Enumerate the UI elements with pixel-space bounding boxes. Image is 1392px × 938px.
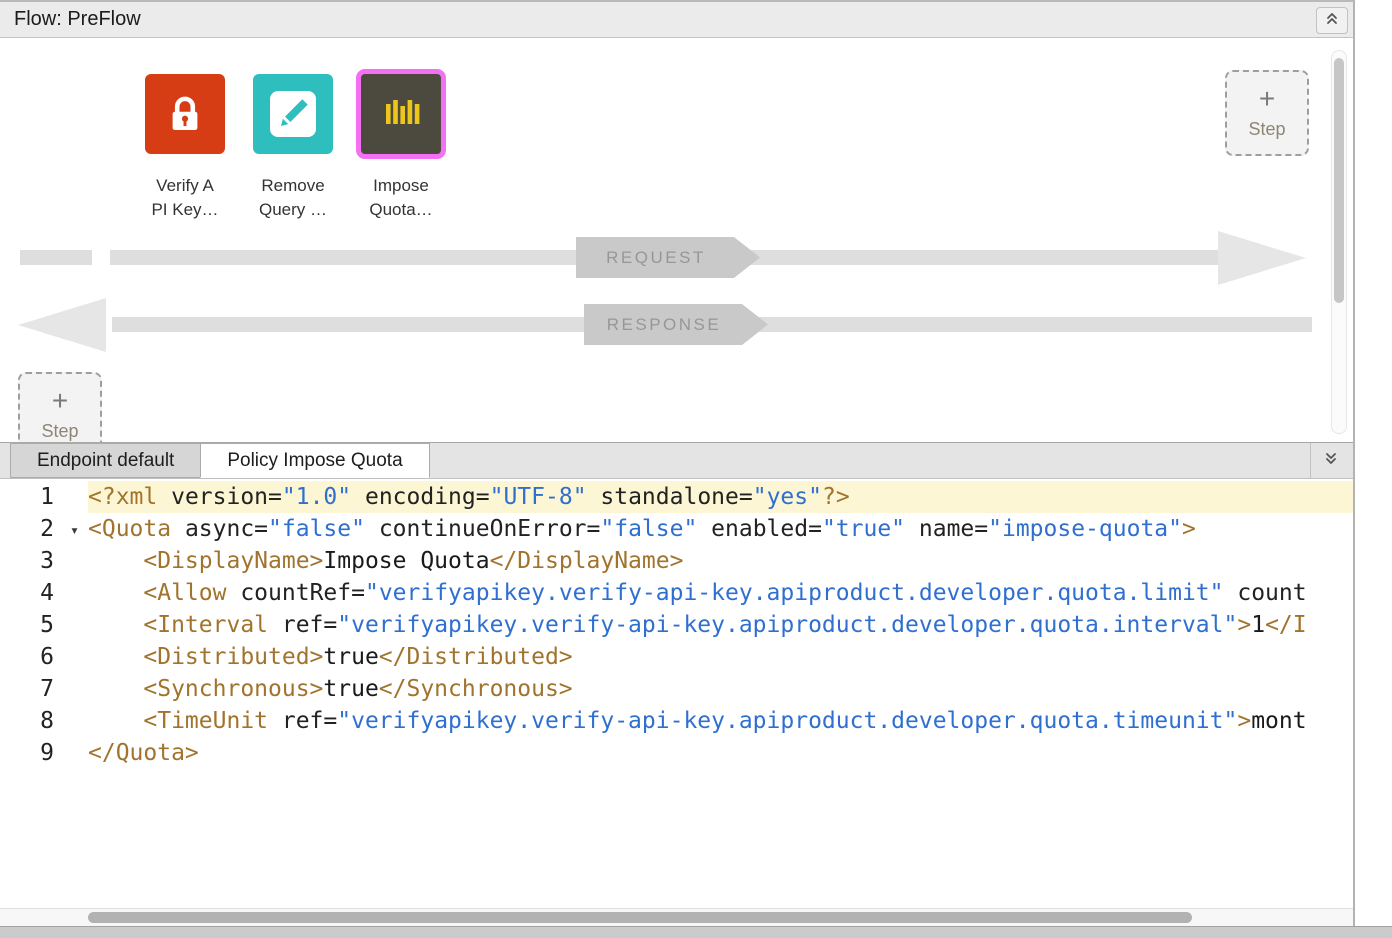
flow-step-impose-quota[interactable]: ImposeQuota… [361,74,441,222]
response-banner: RESPONSE [584,304,768,345]
line-number[interactable]: 5 [0,609,88,641]
code-line-content[interactable]: <DisplayName>Impose Quota</DisplayName> [88,545,1353,577]
code-line[interactable]: 3 <DisplayName>Impose Quota</DisplayName… [0,545,1353,577]
flow-step-verify-api-key[interactable]: Verify API Key… [145,74,225,222]
canvas-scrollbar-thumb[interactable] [1334,58,1344,303]
response-arrow-head [18,298,106,352]
line-number[interactable]: 4 [0,577,88,609]
plus-icon: + [52,388,68,414]
flow-step-remove-query[interactable]: RemoveQuery … [253,74,333,222]
tab-policy-impose-quota[interactable]: Policy Impose Quota [200,443,429,478]
code-editor[interactable]: 1<?xml version="1.0" encoding="UTF-8" st… [0,479,1353,908]
plus-icon: + [1259,86,1275,112]
line-number[interactable]: 2▾ [0,513,88,545]
code-line[interactable]: 4 <Allow countRef="verifyapikey.verify-a… [0,577,1353,609]
flow-editor-window: Flow: PreFlow Verify API Key… RemoveQuer… [0,0,1355,926]
add-step-response-button[interactable]: + Step [18,372,102,442]
code-line[interactable]: 5 <Interval ref="verifyapikey.verify-api… [0,609,1353,641]
response-label: RESPONSE [607,315,721,335]
add-step-request-button[interactable]: + Step [1225,70,1309,156]
line-number[interactable]: 6 [0,641,88,673]
line-number[interactable]: 9 [0,737,88,769]
line-number[interactable]: 7 [0,673,88,705]
line-number[interactable]: 1 [0,481,88,513]
editor-tab-bar: Endpoint defaultPolicy Impose Quota [0,442,1353,479]
request-label: REQUEST [606,248,706,268]
code-line[interactable]: 6 <Distributed>true</Distributed> [0,641,1353,673]
code-line-content[interactable]: </Quota> [88,737,1353,769]
request-arrow-head [1218,231,1306,285]
expand-editor-button[interactable] [1315,448,1347,474]
window-bottom-edge [0,926,1392,938]
flow-canvas: Verify API Key… RemoveQuery … ImposeQuot… [0,38,1353,442]
lock-icon[interactable] [145,74,225,154]
bar-chart-icon[interactable] [356,69,446,159]
code-line-content[interactable]: <Quota async="false" continueOnError="fa… [88,513,1353,545]
chevron-double-down-icon [1324,451,1338,471]
tabbar-divider [1310,443,1311,478]
add-step-label: Step [41,421,78,442]
code-line[interactable]: 9</Quota> [0,737,1353,769]
code-lines: 1<?xml version="1.0" encoding="UTF-8" st… [0,481,1353,769]
flow-header: Flow: PreFlow [0,2,1353,38]
editor-horizontal-scrollbar[interactable] [0,908,1353,926]
step-label: ImposeQuota… [335,174,467,222]
tab-endpoint-default[interactable]: Endpoint default [10,443,201,478]
flow-steps: Verify API Key… RemoveQuery … ImposeQuot… [145,74,441,222]
add-step-label: Step [1248,119,1285,140]
request-banner: REQUEST [576,237,760,278]
flow-title: Flow: PreFlow [14,8,141,31]
line-number[interactable]: 3 [0,545,88,577]
fold-caret-icon[interactable]: ▾ [70,514,79,546]
code-line-content[interactable]: <TimeUnit ref="verifyapikey.verify-api-k… [88,705,1353,737]
editor-tabs: Endpoint defaultPolicy Impose Quota [10,443,429,478]
code-line-content[interactable]: <Interval ref="verifyapikey.verify-api-k… [88,609,1353,641]
editor-scrollbar-thumb[interactable] [88,912,1192,923]
code-line-content[interactable]: <Synchronous>true</Synchronous> [88,673,1353,705]
code-line[interactable]: 7 <Synchronous>true</Synchronous> [0,673,1353,705]
pencil-icon[interactable] [253,74,333,154]
code-line-content[interactable]: <Distributed>true</Distributed> [88,641,1353,673]
code-line[interactable]: 1<?xml version="1.0" encoding="UTF-8" st… [0,481,1353,513]
code-line[interactable]: 2▾<Quota async="false" continueOnError="… [0,513,1353,545]
line-number[interactable]: 8 [0,705,88,737]
request-lane-stub [20,250,92,265]
code-line-content[interactable]: <?xml version="1.0" encoding="UTF-8" sta… [88,481,1353,513]
collapse-flow-button[interactable] [1316,7,1348,34]
chevron-double-up-icon [1325,11,1339,31]
code-line-content[interactable]: <Allow countRef="verifyapikey.verify-api… [88,577,1353,609]
code-line[interactable]: 8 <TimeUnit ref="verifyapikey.verify-api… [0,705,1353,737]
